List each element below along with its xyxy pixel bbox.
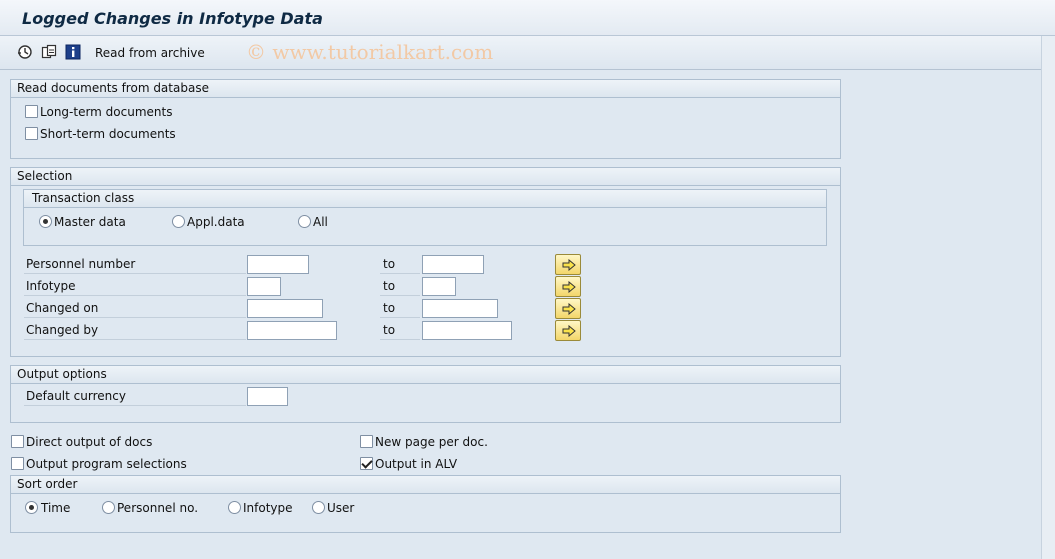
sort-user-label: User: [327, 501, 355, 515]
sort-time-radio[interactable]: [25, 501, 38, 514]
all-label: All: [313, 215, 328, 229]
sort-user-radio[interactable]: [312, 501, 325, 514]
infotype-low-input[interactable]: [247, 277, 281, 296]
short-term-documents-label: Short-term documents: [40, 127, 176, 141]
page-title: Logged Changes in Infotype Data: [22, 9, 323, 28]
changed-on-label: Changed on: [24, 300, 246, 318]
output-program-selections-label: Output program selections: [26, 457, 187, 471]
infotype-multiple-selection-button[interactable]: [555, 276, 581, 297]
get-variant-icon[interactable]: [41, 44, 57, 60]
personnel-number-label: Personnel number: [24, 256, 246, 274]
changed-on-to-label: to: [380, 300, 420, 318]
sort-time-label: Time: [41, 501, 71, 515]
selection-title: Selection: [11, 168, 840, 186]
appl-data-label: Appl.data: [187, 215, 245, 229]
changed-by-label: Changed by: [24, 322, 246, 340]
sort-order-title: Sort order: [11, 476, 840, 494]
personnel-number-high-input[interactable]: [422, 255, 484, 274]
output-program-selections-checkbox[interactable]: [11, 457, 24, 470]
direct-output-checkbox[interactable]: [11, 435, 24, 448]
short-term-documents-checkbox[interactable]: [25, 127, 38, 140]
application-toolbar: Read from archive: [0, 36, 1055, 70]
watermark: © www.tutorialkart.com: [246, 40, 494, 64]
infotype-label: Infotype: [24, 278, 246, 296]
personnel-number-to-label: to: [380, 256, 420, 274]
sort-infotype-label: Infotype: [243, 501, 293, 515]
info-icon[interactable]: [65, 44, 81, 60]
changed-on-high-input[interactable]: [422, 299, 498, 318]
personnel-number-multiple-selection-button[interactable]: [555, 254, 581, 275]
arrow-right-icon: [562, 303, 576, 315]
clock-execute-icon[interactable]: [17, 44, 33, 60]
infotype-to-label: to: [380, 278, 420, 296]
arrow-right-icon: [562, 259, 576, 271]
read-from-archive-button[interactable]: Read from archive: [95, 46, 205, 60]
master-data-radio[interactable]: [39, 215, 52, 228]
changed-by-multiple-selection-button[interactable]: [555, 320, 581, 341]
arrow-right-icon: [562, 325, 576, 337]
appl-data-radio[interactable]: [172, 215, 185, 228]
output-options-title: Output options: [11, 366, 840, 384]
long-term-documents-checkbox[interactable]: [25, 105, 38, 118]
sort-personnel-no-radio[interactable]: [102, 501, 115, 514]
output-alv-label: Output in ALV: [375, 457, 458, 471]
output-alv-checkbox[interactable]: [360, 457, 373, 470]
infotype-high-input[interactable]: [422, 277, 456, 296]
changed-by-high-input[interactable]: [422, 321, 512, 340]
new-page-checkbox[interactable]: [360, 435, 373, 448]
all-radio[interactable]: [298, 215, 311, 228]
read-documents-title: Read documents from database: [11, 80, 840, 98]
arrow-right-icon: [562, 281, 576, 293]
changed-by-low-input[interactable]: [247, 321, 337, 340]
changed-on-low-input[interactable]: [247, 299, 323, 318]
personnel-number-low-input[interactable]: [247, 255, 309, 274]
long-term-documents-label: Long-term documents: [40, 105, 173, 119]
default-currency-label: Default currency: [24, 388, 246, 406]
transaction-class-group: Transaction class: [23, 189, 827, 246]
default-currency-input[interactable]: [247, 387, 288, 406]
sort-personnel-no-label: Personnel no.: [117, 501, 199, 515]
vertical-scrollbar[interactable]: [1041, 36, 1055, 559]
transaction-class-title: Transaction class: [24, 190, 826, 208]
direct-output-label: Direct output of docs: [26, 435, 153, 449]
changed-on-multiple-selection-button[interactable]: [555, 298, 581, 319]
read-documents-group: Read documents from database: [10, 79, 841, 159]
new-page-label: New page per doc.: [375, 435, 488, 449]
title-bar: Logged Changes in Infotype Data: [0, 0, 1055, 36]
changed-by-to-label: to: [380, 322, 420, 340]
master-data-label: Master data: [54, 215, 126, 229]
sort-infotype-radio[interactable]: [228, 501, 241, 514]
